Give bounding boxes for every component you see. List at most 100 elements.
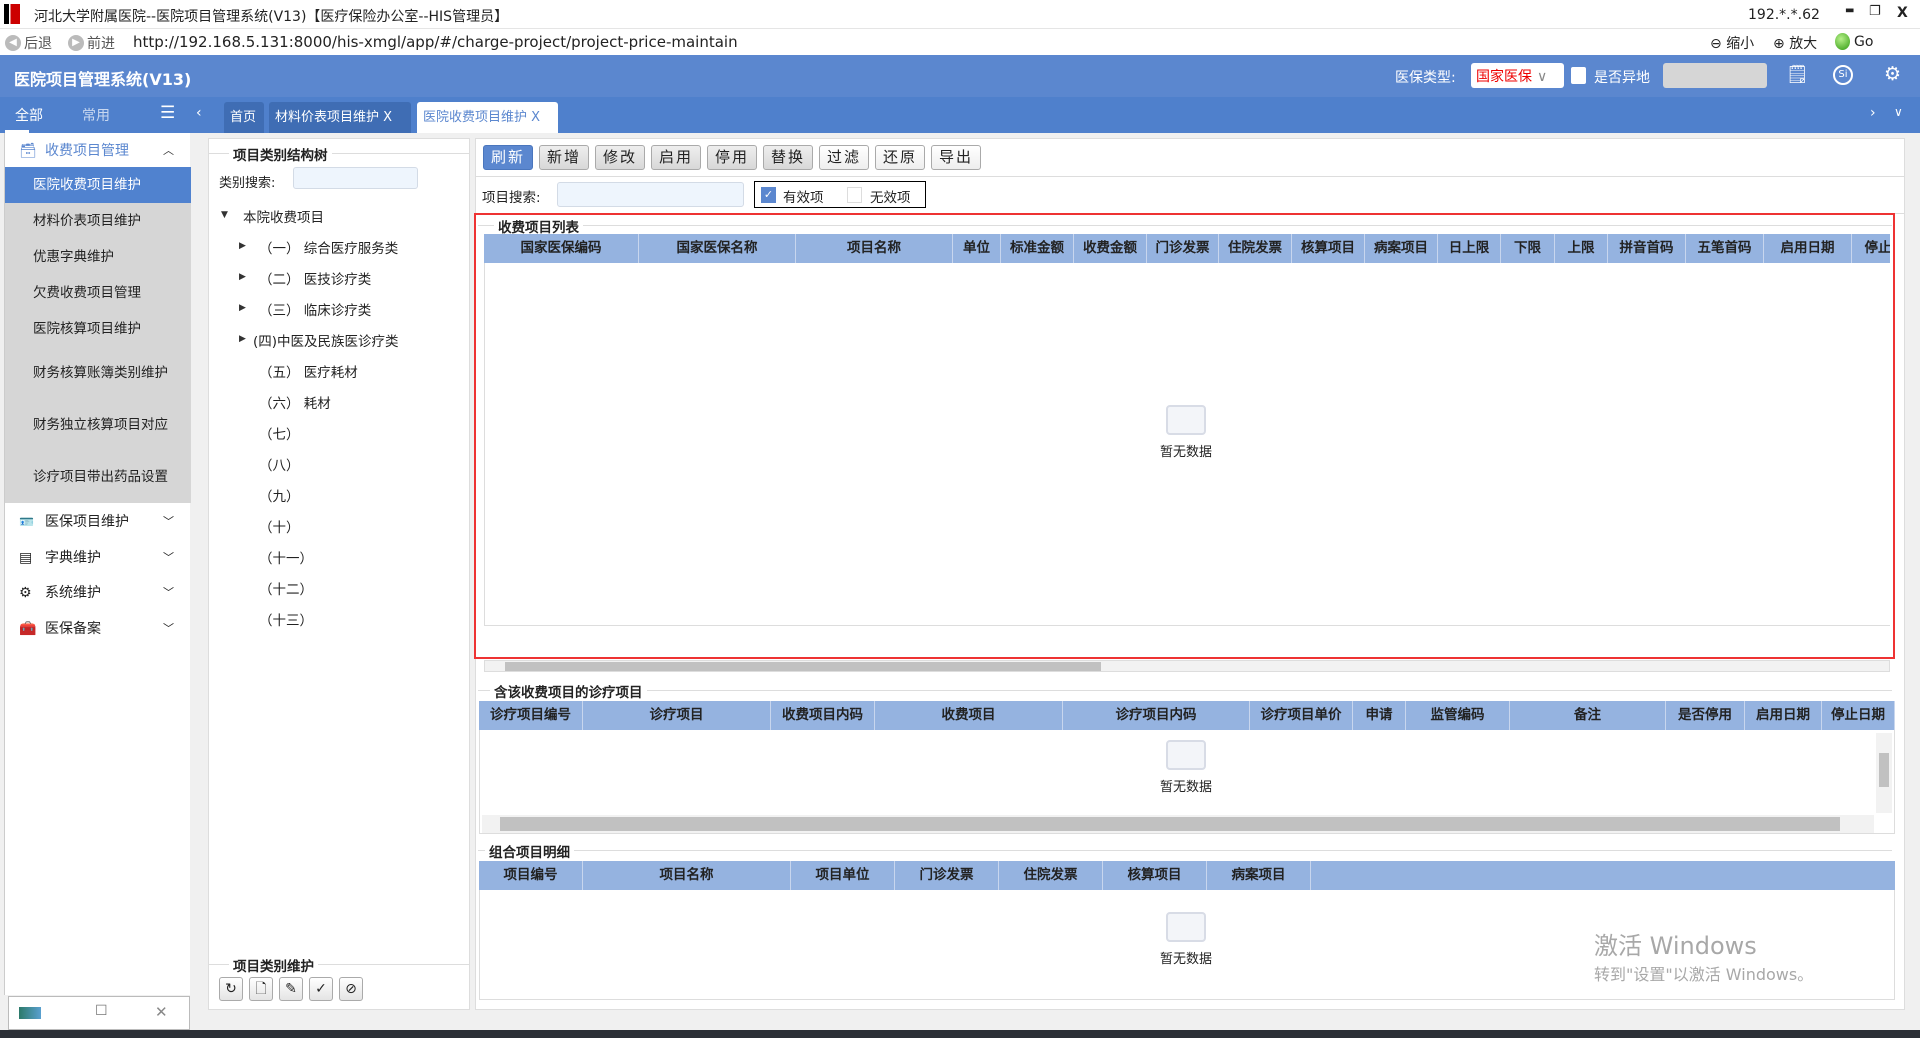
column-header[interactable]: 诊疗项目 xyxy=(583,701,771,730)
go-button[interactable]: Go xyxy=(1835,33,1873,50)
menu-collapse-icon[interactable]: ☰ xyxy=(160,103,175,123)
tree-node[interactable]: （十） xyxy=(259,516,300,536)
column-header[interactable]: 项目名称 xyxy=(796,234,953,263)
column-header[interactable]: 收费项目内码 xyxy=(771,701,875,730)
maximize-icon[interactable]: ☐ xyxy=(95,1003,108,1019)
tab-menu-chevron-icon[interactable]: ∨ xyxy=(1894,105,1903,119)
close-tab-icon[interactable]: X xyxy=(383,110,392,125)
forbid-icon[interactable]: ⊘ xyxy=(339,977,363,1001)
tree-node[interactable]: （十二） xyxy=(259,578,313,598)
column-header[interactable]: 国家医保编码 xyxy=(484,234,639,263)
charge-list-hscrollbar[interactable] xyxy=(484,660,1890,672)
column-header[interactable]: 诊疗项目内码 xyxy=(1063,701,1250,730)
tree-node[interactable]: （十三） xyxy=(259,609,313,629)
sidebar-item-accounting[interactable]: 医院核算项目维护 xyxy=(5,311,191,347)
back-button[interactable]: ◀ 后退 xyxy=(5,33,52,53)
toolbar-button-8[interactable]: 导出 xyxy=(931,145,981,170)
sidebar-group-dictionary[interactable]: ▤ 字典维护 ﹀ xyxy=(5,540,191,576)
invalid-checkbox[interactable] xyxy=(847,187,862,203)
caret-right-icon[interactable]: ▶ xyxy=(239,303,246,313)
restore-button[interactable]: ❐ xyxy=(1869,4,1881,19)
caret-down-icon[interactable]: ▼ xyxy=(221,210,228,220)
tree-root[interactable]: 本院收费项目 xyxy=(243,206,324,226)
column-header[interactable]: 是否停用 xyxy=(1666,701,1745,730)
scroll-thumb[interactable] xyxy=(505,662,1101,671)
refresh-icon[interactable]: ↻ xyxy=(219,977,243,1001)
toolbar-button-4[interactable]: 停用 xyxy=(707,145,757,170)
column-header[interactable]: 日上限 xyxy=(1438,234,1501,263)
column-header[interactable]: 病案项目 xyxy=(1207,861,1311,890)
valid-checkbox[interactable]: ✓ xyxy=(761,187,776,203)
sidebar-item-hospital-charge[interactable]: 医院收费项目维护 xyxy=(5,167,191,203)
zoom-in-button[interactable]: ⊕ 放大 xyxy=(1773,33,1817,53)
tree-node[interactable]: （九） xyxy=(259,485,300,505)
forward-button[interactable]: ▶ 前进 xyxy=(68,33,115,53)
diag-list-hscrollbar[interactable] xyxy=(482,815,1874,833)
scroll-thumb[interactable] xyxy=(500,817,1840,831)
tab-scroll-left-icon[interactable]: ‹ xyxy=(196,105,202,121)
diag-list-vscrollbar[interactable] xyxy=(1876,733,1892,813)
column-header[interactable]: 住院发票 xyxy=(1219,234,1292,263)
column-header[interactable]: 核算项目 xyxy=(1103,861,1207,890)
column-header[interactable]: 病案项目 xyxy=(1365,234,1438,263)
column-header[interactable]: 项目编号 xyxy=(479,861,583,890)
sidebar-group-insurance[interactable]: 🪪 医保项目维护 ﹀ xyxy=(5,504,191,540)
sidebar-item-ledger-type[interactable]: 财务核算账簿类别维护 xyxy=(5,347,191,399)
document-icon[interactable]: 🗒 xyxy=(1786,64,1809,85)
tab-material-price[interactable]: 材料价表项目维护 X xyxy=(269,102,411,133)
remote-area-field[interactable] xyxy=(1663,63,1767,88)
column-header[interactable]: 项目名称 xyxy=(583,861,791,890)
column-header[interactable]: 收费金额 xyxy=(1074,234,1147,263)
insurance-type-select[interactable]: 国家医保 ∨ xyxy=(1471,63,1564,88)
tab-home[interactable]: 首页 xyxy=(224,102,264,133)
check-circle-icon[interactable]: ✓ xyxy=(309,977,333,1001)
toolbar-button-0[interactable]: 刷新 xyxy=(483,145,533,170)
column-header[interactable]: 标准金额 xyxy=(1001,234,1074,263)
column-header[interactable]: 停止日期 xyxy=(1822,701,1895,730)
column-header[interactable]: 单位 xyxy=(953,234,1001,263)
tree-node[interactable]: (四)中医及民族医诊疗类 xyxy=(253,330,399,350)
url-field[interactable]: http://192.168.5.131:8000/his-xmgl/app/#… xyxy=(133,33,738,51)
si-icon[interactable]: Si xyxy=(1833,65,1853,85)
column-header[interactable]: 上限 xyxy=(1555,234,1608,263)
settings-gear-icon[interactable]: ⚙ xyxy=(1884,63,1901,85)
tree-node[interactable]: （六） 耗材 xyxy=(259,392,331,412)
column-header[interactable]: 门诊发票 xyxy=(1147,234,1219,263)
caret-right-icon[interactable]: ▶ xyxy=(239,241,246,251)
sidebar-item-discount[interactable]: 优惠字典维护 xyxy=(5,239,191,275)
tree-node[interactable]: （十一） xyxy=(259,547,313,567)
caret-right-icon[interactable]: ▶ xyxy=(239,272,246,282)
column-header[interactable]: 拼音首码 xyxy=(1608,234,1686,263)
column-header[interactable]: 启用日期 xyxy=(1764,234,1852,263)
category-search-input[interactable] xyxy=(293,167,418,189)
minimize-button[interactable]: ▬ xyxy=(1845,5,1854,16)
column-header[interactable]: 诊疗项目编号 xyxy=(479,701,583,730)
tree-node[interactable]: （五） 医疗耗材 xyxy=(259,361,358,381)
close-icon[interactable]: ✕ xyxy=(155,1003,168,1021)
sidebar-tab-all[interactable]: 全部 xyxy=(15,105,43,125)
tab-scroll-right-icon[interactable]: › xyxy=(1870,105,1876,121)
zoom-out-button[interactable]: ⊖ 缩小 xyxy=(1710,33,1754,53)
tree-node[interactable]: （一） 综合医疗服务类 xyxy=(259,237,398,257)
toolbar-button-3[interactable]: 启用 xyxy=(651,145,701,170)
sidebar-item-independent[interactable]: 财务独立核算项目对应 xyxy=(5,399,191,451)
toolbar-button-2[interactable]: 修改 xyxy=(595,145,645,170)
column-header[interactable]: 诊疗项目单价 xyxy=(1250,701,1353,730)
close-button[interactable]: X xyxy=(1897,5,1908,21)
column-header[interactable]: 国家医保名称 xyxy=(639,234,796,263)
caret-right-icon[interactable]: ▶ xyxy=(239,334,246,344)
column-header[interactable]: 门诊发票 xyxy=(895,861,999,890)
tab-hospital-charge[interactable]: 医院收费项目维护 X xyxy=(417,102,558,133)
tree-node[interactable]: （八） xyxy=(259,454,300,474)
close-tab-icon[interactable]: X xyxy=(531,110,540,125)
sidebar-item-arrears[interactable]: 欠费收费项目管理 xyxy=(5,275,191,311)
sidebar-group-system[interactable]: ⚙ 系统维护 ﹀ xyxy=(5,575,191,611)
sidebar-item-drug-setting[interactable]: 诊疗项目带出药品设置 xyxy=(5,451,191,503)
toolbar-button-5[interactable]: 替换 xyxy=(763,145,813,170)
tree-node[interactable]: （三） 临床诊疗类 xyxy=(259,299,371,319)
column-header[interactable]: 申请 xyxy=(1353,701,1406,730)
column-header[interactable]: 停止日期 xyxy=(1852,234,1891,263)
column-header[interactable]: 住院发票 xyxy=(999,861,1103,890)
toolbar-button-6[interactable]: 过滤 xyxy=(819,145,869,170)
tree-node[interactable]: （七） xyxy=(259,423,300,443)
